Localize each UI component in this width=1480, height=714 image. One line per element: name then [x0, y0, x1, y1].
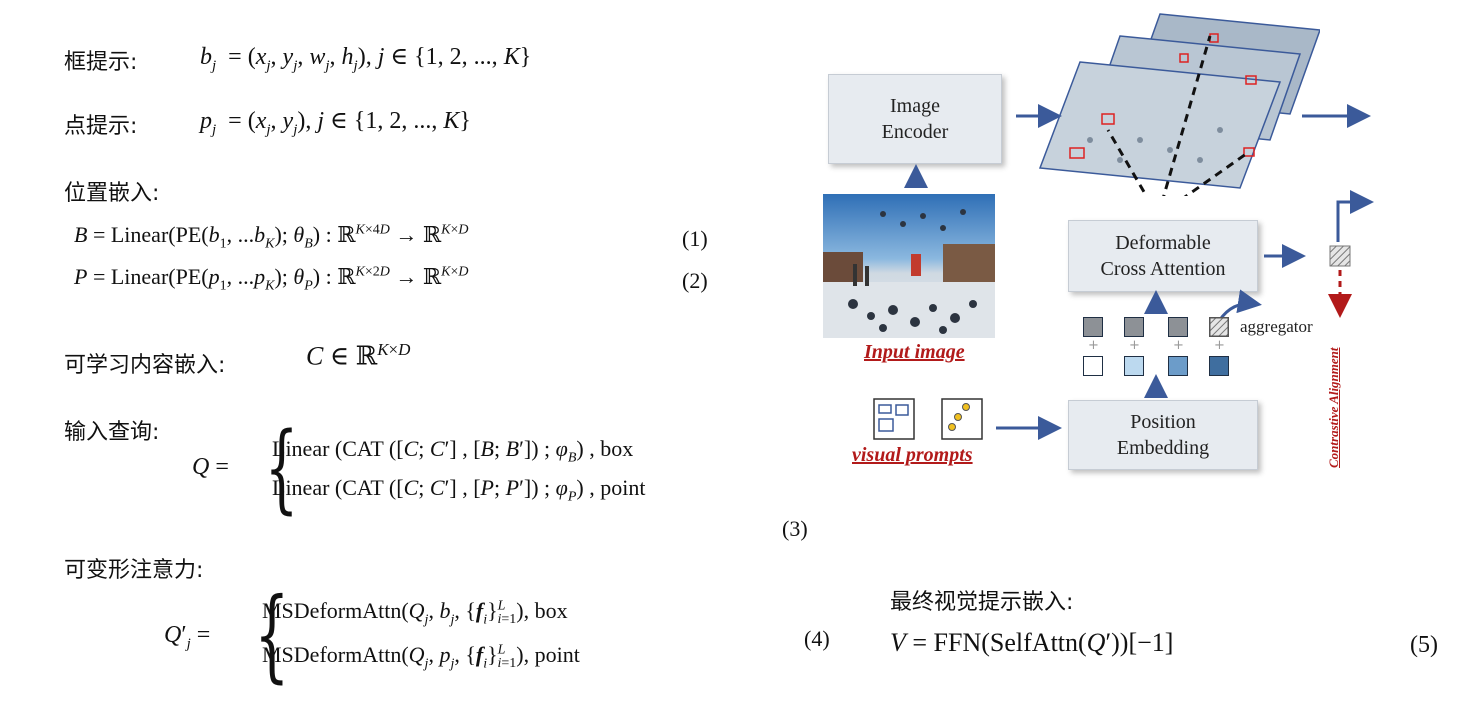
plus-sign: + [1214, 338, 1225, 353]
box-prompt-formula: bj = (xj, yj, wj, hj), j ∈ {1, 2, ..., K… [200, 44, 532, 74]
deform-label: 可变形注意力: [64, 558, 204, 583]
eq3-number: (3) [782, 516, 808, 541]
query-case-point: Linear (CAT ([C; C′] , [P; P′]) ; φP) , … [272, 475, 646, 505]
box-prompt-label: 框提示: [64, 50, 138, 75]
aggregator-square [1209, 317, 1229, 337]
final-embed-formula: V = FFN(SelfAttn(Q′))[−1] [890, 628, 1174, 657]
query-lhs: Q = [192, 454, 229, 480]
contrastive-alignment-label: Contrastive Alignment [1326, 347, 1341, 468]
content-embed-label: 可学习内容嵌入: [64, 353, 226, 378]
pos-embed-eq1: B = Linear(PE(b1, ...bK); θB) : ℝK×4D → … [74, 222, 469, 252]
aggregator-label: aggregator [1240, 317, 1313, 336]
deform-lhs: Q′j = [164, 622, 211, 652]
eq4-number: (4) [804, 626, 830, 651]
position-embed-square [1209, 356, 1229, 376]
plus-sign: + [1173, 338, 1184, 353]
deform-case-point: MSDeformAttn(Qj, pj, {fi}Li=1), point [262, 642, 580, 672]
point-prompt-label: 点提示: [64, 114, 138, 139]
content-embed-formula: C ∈ ℝK×D [306, 340, 411, 371]
point-prompt-formula: pj = (xj, yj), j ∈ {1, 2, ..., K} [200, 108, 471, 138]
query-case-box: Linear (CAT ([C; C′] , [B; B′]) ; φB) , … [272, 436, 634, 466]
eq5-number: (5) [1410, 632, 1438, 658]
plus-sign: + [1129, 338, 1140, 353]
plus-sign: + [1088, 338, 1099, 353]
pos-embed-eq2: P = Linear(PE(p1, ...pK); θP) : ℝK×2D → … [74, 264, 469, 294]
eq1-number: (1) [682, 226, 708, 251]
query-label: 输入查询: [64, 420, 160, 445]
content-query-square [1124, 317, 1144, 337]
deform-case-box: MSDeformAttn(Qj, bj, {fi}Li=1), box [262, 598, 568, 628]
position-embed-square [1168, 356, 1188, 376]
content-query-square [1168, 317, 1188, 337]
visual-prompts-label: visual prompts [852, 444, 973, 466]
final-embed-label: 最终视觉提示嵌入: [890, 590, 1074, 615]
pos-embed-label: 位置嵌入: [64, 181, 160, 206]
visual-prompts-icons [873, 398, 983, 440]
eq2-number: (2) [682, 268, 708, 293]
content-query-square [1083, 317, 1103, 337]
position-embed-square [1083, 356, 1103, 376]
position-embed-square [1124, 356, 1144, 376]
